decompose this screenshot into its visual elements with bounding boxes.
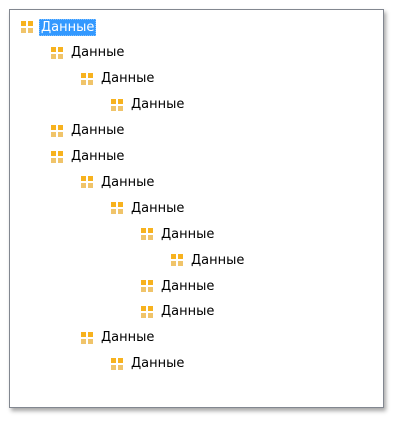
data-folder-icon (141, 228, 153, 241)
data-folder-icon (111, 357, 123, 370)
data-folder-icon (51, 124, 63, 137)
tree-node-label: Данные (101, 174, 155, 190)
data-folder-icon (141, 280, 153, 292)
tree-node[interactable]: Данные (171, 251, 246, 269)
data-folder-icon (51, 46, 63, 59)
tree-node-label: Данные (101, 330, 155, 346)
tree-node-label: Данные (39, 18, 97, 36)
tree-node[interactable]: Данные (51, 122, 126, 140)
tree-node-label: Данные (131, 200, 185, 216)
data-folder-icon (81, 331, 93, 344)
tree-node-label: Данные (71, 149, 125, 164)
tree-node[interactable]: Данные (141, 277, 216, 295)
tree-node-label: Данные (131, 97, 185, 113)
tree-node[interactable]: Данные (51, 44, 126, 62)
tree-node[interactable]: Данные (141, 225, 216, 243)
tree-node-label: Данные (71, 45, 125, 61)
tree-node[interactable]: Данные (111, 355, 186, 373)
tree-node[interactable]: Данные (21, 18, 97, 36)
data-folder-icon (111, 98, 123, 111)
tree-node[interactable]: Данные (111, 199, 186, 217)
tree-node-label: Данные (161, 304, 215, 320)
data-folder-icon (81, 176, 93, 189)
data-folder-icon (171, 254, 183, 267)
data-folder-icon (81, 72, 93, 85)
data-folder-icon (141, 305, 153, 318)
tree-node-label: Данные (161, 226, 215, 242)
tree-node-label: Данные (161, 278, 215, 294)
tree-node-label: Данные (71, 123, 125, 139)
tree-node[interactable]: Данные (51, 148, 126, 166)
data-folder-icon (51, 150, 63, 163)
data-folder-icon (21, 21, 33, 33)
data-folder-icon (111, 202, 123, 215)
tree-node-label: Данные (131, 356, 185, 372)
tree-node[interactable]: Данные (141, 303, 216, 321)
tree-node-label: Данные (191, 252, 245, 268)
tree-node[interactable]: Данные (81, 329, 156, 347)
tree-node[interactable]: Данные (81, 173, 156, 191)
tree-node[interactable]: Данные (81, 70, 156, 88)
tree-node-label: Данные (101, 71, 155, 87)
tree-view[interactable]: Данные Данные Данные Данные Данные Данные Данн… (9, 9, 384, 408)
tree-node[interactable]: Данные (111, 96, 186, 114)
